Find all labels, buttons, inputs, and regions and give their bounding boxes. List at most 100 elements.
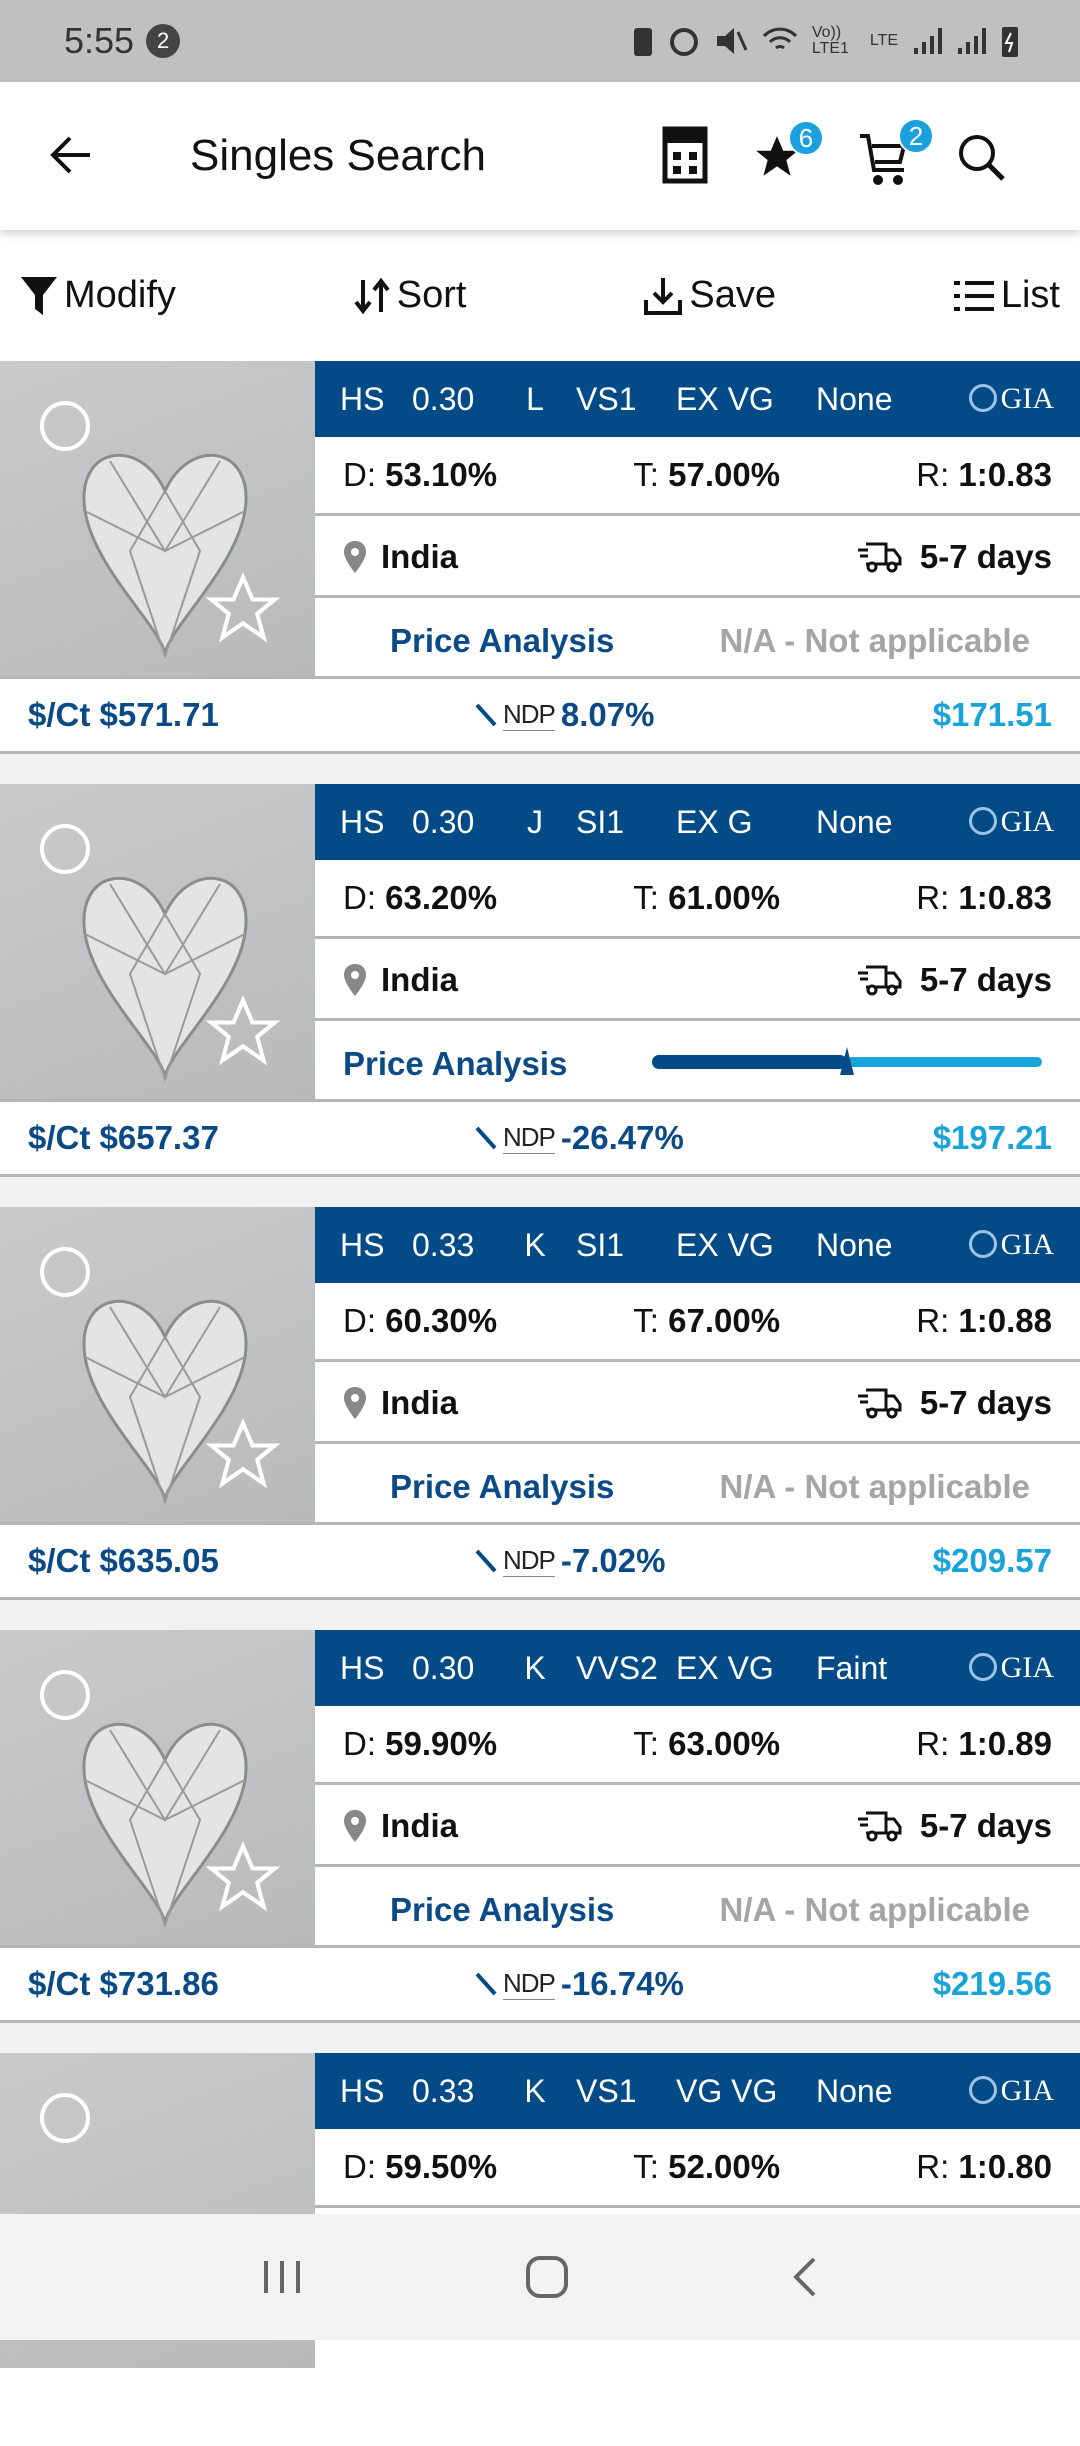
alarm-icon <box>669 28 698 56</box>
calculator-icon[interactable] <box>662 126 708 184</box>
location: India <box>381 961 459 998</box>
save-button[interactable]: Save <box>643 274 776 317</box>
cart-count-badge: 2 <box>898 118 934 154</box>
fluorescence: None <box>816 803 893 840</box>
gia-logo: GIA <box>968 1651 1054 1685</box>
ndp-discount: NDP -7.02% <box>475 1542 665 1580</box>
proportions-row: D: 63.20% T: 61.00% R: 1:0.83 <box>315 860 1080 939</box>
select-radio[interactable] <box>40 1247 90 1297</box>
diamond-thumbnail[interactable] <box>0 361 315 676</box>
carat: 0.30 <box>412 803 475 840</box>
back-arrow-icon[interactable] <box>48 132 94 178</box>
diamond-card[interactable]: HS 0.33 K SI1 EX VG None GIA D: 60.30% T… <box>0 1207 1080 1600</box>
spec-bar: HS 0.30 J SI1 EX G None GIA <box>315 784 1080 860</box>
list-label: List <box>1000 274 1060 316</box>
price-analysis-row: Price Analysis N/A - Not applicable <box>315 1870 1080 1949</box>
total-price: $197.21 <box>932 1119 1052 1156</box>
price-analysis-label[interactable]: Price Analysis <box>390 1468 614 1506</box>
spec-bar: HS 0.30 K VVS2 EX VG Faint GIA <box>315 1630 1080 1706</box>
cart-button[interactable]: 2 <box>858 118 934 191</box>
back-icon[interactable] <box>790 2255 820 2299</box>
clarity: VS1 <box>576 380 637 417</box>
proportions-row: D: 59.90% T: 63.00% R: 1:0.89 <box>315 1706 1080 1785</box>
location-pin-icon <box>344 1387 366 1419</box>
proportions-row: D: 53.10% T: 57.00% R: 1:0.83 <box>315 437 1080 516</box>
location-pin-icon <box>344 541 366 573</box>
system-nav-bar <box>0 2214 1080 2340</box>
table: 61.00% <box>668 879 781 916</box>
location-row: India 5-7 days <box>315 1365 1080 1444</box>
ratio: 1:0.83 <box>958 879 1052 916</box>
star-outline-icon[interactable] <box>205 994 281 1070</box>
price-analysis-label[interactable]: Price Analysis <box>390 622 614 660</box>
price-analysis-label: Price Analysis <box>343 1044 568 1082</box>
price-analysis-bar <box>652 1046 1042 1075</box>
star-outline-icon[interactable] <box>205 571 281 647</box>
total-price: $209.57 <box>932 1542 1052 1579</box>
diamond-card[interactable]: HS 0.30 J SI1 EX G None GIA D: 63.20% T:… <box>0 784 1080 1177</box>
price-row: $/Ct $657.37 NDP -26.47% $197.21 <box>0 1099 1080 1177</box>
color-grade: K <box>524 1649 546 1686</box>
star-outline-icon[interactable] <box>205 1417 281 1493</box>
star-outline-icon[interactable] <box>205 1840 281 1916</box>
price-per-carat: $731.86 <box>99 1965 219 2002</box>
ratio: 1:0.89 <box>958 1725 1052 1762</box>
price-per-carat: $635.05 <box>99 1542 219 1579</box>
favorites-button[interactable]: 6 <box>752 120 824 187</box>
location: India <box>381 1807 459 1844</box>
list-icon <box>953 280 994 311</box>
location-pin-icon <box>344 964 366 996</box>
delivery-truck-icon <box>857 1811 902 1842</box>
diamond-card[interactable]: HS 0.30 K VVS2 EX VG Faint GIA D: 59.90%… <box>0 1630 1080 2023</box>
color-grade: K <box>524 2072 546 2109</box>
select-radio[interactable] <box>40 2093 90 2143</box>
clock: 5:55 <box>64 20 135 61</box>
table: 52.00% <box>668 2148 781 2185</box>
sort-icon <box>354 277 390 314</box>
cut: EX G <box>676 803 753 840</box>
cut: EX VG <box>676 1226 774 1263</box>
list-button[interactable]: List <box>953 274 1060 317</box>
shape: HS <box>340 1649 385 1686</box>
location-row: India 5-7 days <box>315 519 1080 598</box>
spec-bar: HS 0.30 L VS1 EX VG None GIA <box>315 361 1080 437</box>
price-analysis-row: Price Analysis N/A - Not applicable <box>315 1447 1080 1526</box>
select-radio[interactable] <box>40 824 90 874</box>
diamond-thumbnail[interactable] <box>0 784 315 1099</box>
ndp-discount: NDP 8.07% <box>475 696 654 734</box>
select-radio[interactable] <box>40 401 90 451</box>
ndp-discount: NDP -16.74% <box>475 1965 684 2003</box>
depth: 59.50% <box>385 2148 498 2185</box>
depth: 60.30% <box>385 1302 498 1339</box>
gia-logo: GIA <box>968 382 1054 416</box>
home-icon[interactable] <box>525 2255 569 2299</box>
recent-apps-icon[interactable] <box>260 2257 304 2297</box>
select-radio[interactable] <box>40 1670 90 1720</box>
ndp-logo-icon <box>475 1126 497 1150</box>
diamond-thumbnail[interactable] <box>0 1207 315 1522</box>
diamond-card[interactable]: HS 0.30 L VS1 EX VG None GIA D: 53.10% T… <box>0 361 1080 754</box>
delivery-time: 5-7 days <box>919 1807 1052 1844</box>
price-analysis-value: N/A - Not applicable <box>719 1467 1030 1505</box>
sort-button[interactable]: Sort <box>353 274 466 317</box>
ndp-logo-icon <box>475 703 497 727</box>
total-price: $171.51 <box>932 696 1052 733</box>
fluorescence: Faint <box>816 1649 888 1686</box>
search-icon[interactable] <box>956 132 1006 182</box>
favorites-count-badge: 6 <box>788 120 824 156</box>
location: India <box>381 538 459 575</box>
price-row: $/Ct $635.05 NDP -7.02% $209.57 <box>0 1522 1080 1600</box>
shape: HS <box>340 380 385 417</box>
depth: 53.10% <box>385 456 498 493</box>
price-row: $/Ct $571.71 NDP 8.07% $171.51 <box>0 676 1080 754</box>
gia-logo: GIA <box>968 2074 1054 2108</box>
modify-button[interactable]: Modify <box>20 274 176 317</box>
status-bar: 5:55 2 Vo)) LTE1 LTE <box>0 0 1080 82</box>
price-row: $/Ct $731.86 NDP -16.74% $219.56 <box>0 1945 1080 2023</box>
carat: 0.33 <box>412 1226 475 1263</box>
price-analysis-label[interactable]: Price Analysis <box>390 1891 614 1929</box>
ndp-percentage: -7.02% <box>560 1542 666 1579</box>
ndp-discount: NDP -26.47% <box>475 1119 684 1157</box>
diamond-thumbnail[interactable] <box>0 1630 315 1945</box>
clarity: SI1 <box>576 1226 625 1263</box>
